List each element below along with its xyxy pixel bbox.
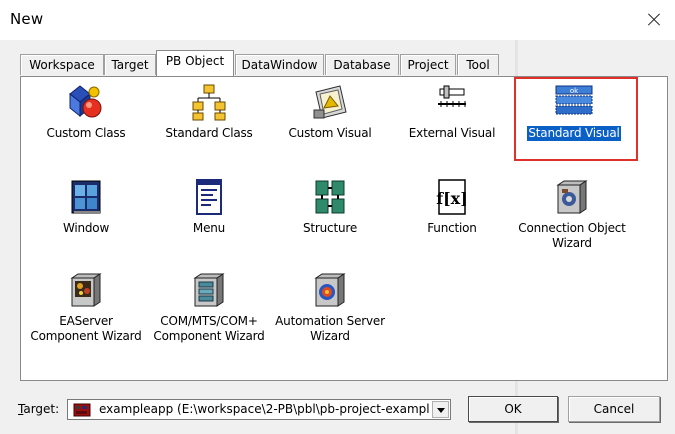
structure-icon	[315, 180, 345, 214]
item-label: Structure	[302, 221, 358, 235]
item-label-line-2: Wizard	[552, 236, 592, 250]
item-easerver-component-wizard[interactable]: EAServer Component Wizard	[30, 270, 142, 344]
item-com-component-wizard[interactable]: COM/MTS/COM+ Component Wizard	[153, 270, 265, 344]
item-window[interactable]: Window	[30, 177, 142, 236]
item-structure[interactable]: Structure	[274, 177, 386, 236]
custom-visual-icon	[313, 85, 347, 119]
function-icon: f[x]	[436, 179, 468, 215]
item-label: External Visual	[408, 126, 496, 140]
item-label-line-1: Automation Server	[275, 314, 385, 328]
cancel-button[interactable]: Cancel	[568, 396, 660, 422]
tab-tool[interactable]: Tool	[457, 54, 499, 75]
item-standard-visual[interactable]: ok Standard Visual	[518, 82, 630, 142]
item-label: Function	[427, 221, 477, 235]
tab-workspace[interactable]: Workspace	[20, 54, 104, 75]
target-label: Target:	[18, 402, 60, 416]
tab-project[interactable]: Project	[400, 54, 456, 75]
tab-datawindow[interactable]: DataWindow	[235, 54, 324, 75]
dropdown-arrow-icon[interactable]	[432, 401, 449, 418]
item-automation-server-wizard[interactable]: Automation Server Wizard	[274, 270, 386, 344]
com-component-wizard-icon	[193, 273, 225, 307]
easerver-component-wizard-icon	[70, 273, 102, 307]
automation-server-wizard-icon	[314, 273, 346, 307]
target-value: exampleapp (E:\workspace\2-PB\pbl\pb-pro…	[99, 402, 429, 416]
tab-target[interactable]: Target	[104, 54, 156, 75]
svg-text:ok: ok	[570, 87, 579, 95]
item-function[interactable]: f[x] Function	[396, 177, 508, 236]
svg-text:f[x]: f[x]	[436, 189, 468, 208]
window-title: New	[10, 10, 44, 28]
window-icon	[71, 180, 101, 214]
item-label-line-1: COM/MTS/COM+	[160, 314, 258, 328]
item-label-line-2: Wizard	[310, 329, 350, 343]
item-label-line-2: Component Wizard	[30, 329, 142, 343]
item-custom-visual[interactable]: Custom Visual	[274, 82, 386, 141]
external-visual-icon	[438, 85, 466, 107]
item-menu[interactable]: Menu	[153, 177, 265, 236]
item-connection-object-wizard[interactable]: Connection Object Wizard	[516, 177, 628, 251]
standard-class-icon	[192, 84, 226, 121]
title-bar: New	[0, 0, 675, 40]
bottom-bar: Target: exampleapp (E:\workspace\2-PB\pb…	[0, 396, 675, 426]
item-label: Custom Visual	[288, 126, 372, 140]
target-dropdown[interactable]: exampleapp (E:\workspace\2-PB\pbl\pb-pro…	[67, 399, 451, 420]
tab-pb-object[interactable]: PB Object	[156, 50, 234, 76]
menu-icon	[196, 179, 222, 215]
object-panel: Custom Class Standard Class Custom Visua…	[20, 76, 668, 381]
target-app-icon	[73, 403, 91, 417]
item-standard-class[interactable]: Standard Class	[153, 82, 265, 141]
ok-button[interactable]: OK	[468, 396, 558, 422]
item-label-line-2: Component Wizard	[153, 329, 265, 343]
item-label: Window	[62, 221, 110, 235]
item-external-visual[interactable]: External Visual	[396, 82, 508, 141]
item-label: Menu	[192, 221, 226, 235]
new-dialog: New Workspace Target PB Object DataWindo…	[0, 0, 675, 434]
tab-database[interactable]: Database	[325, 54, 399, 75]
custom-class-icon	[69, 85, 102, 118]
standard-visual-icon: ok	[555, 85, 593, 115]
item-label: Standard Visual	[526, 125, 622, 142]
item-custom-class[interactable]: Custom Class	[30, 82, 142, 141]
item-label-line-1: Connection Object	[518, 221, 626, 235]
close-icon[interactable]	[644, 9, 666, 31]
item-label-line-1: EAServer	[59, 314, 113, 328]
item-label: Standard Class	[165, 126, 253, 140]
item-label: Custom Class	[46, 126, 126, 140]
connection-object-wizard-icon	[556, 180, 588, 214]
